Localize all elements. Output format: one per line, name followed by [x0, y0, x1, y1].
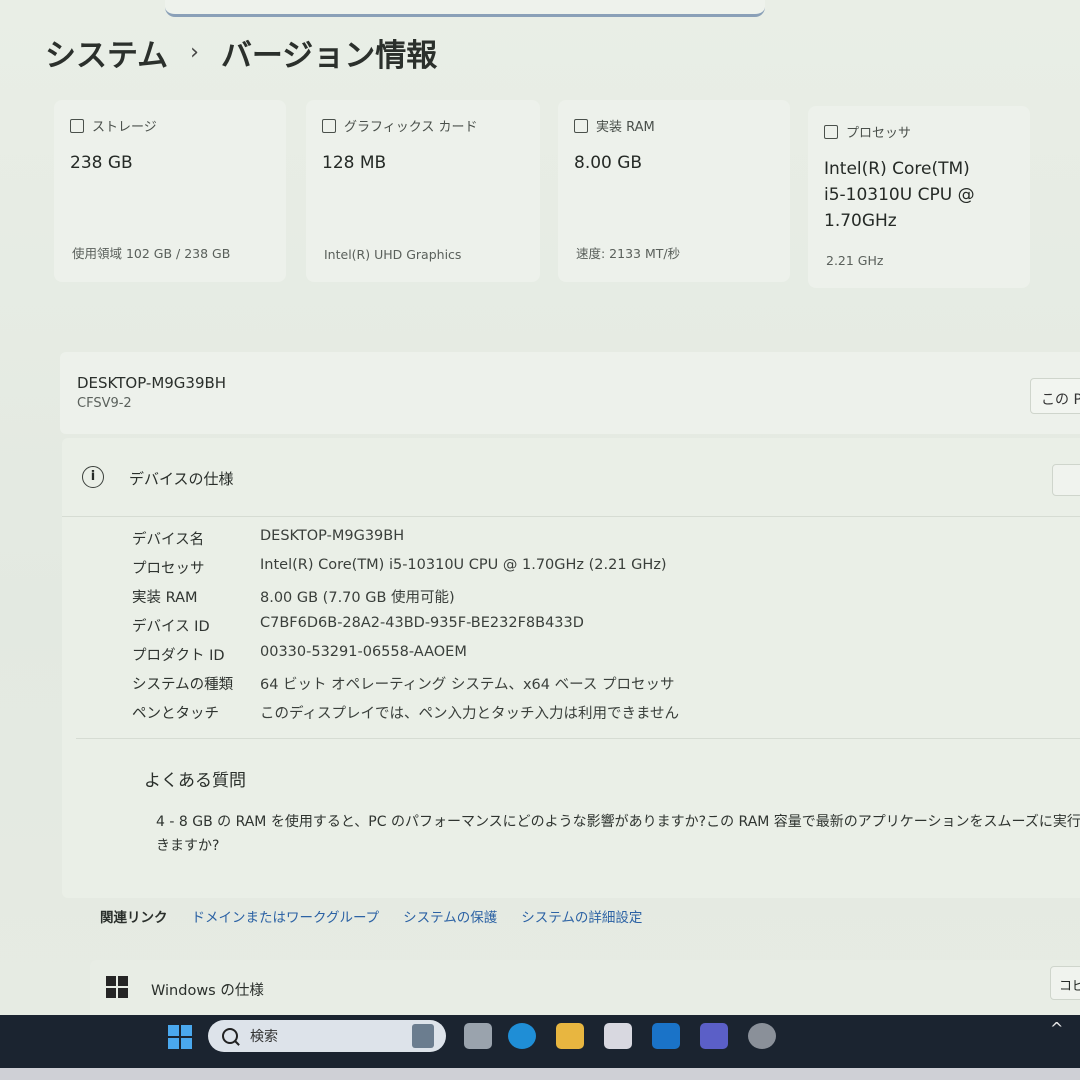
- spec-key: ペンとタッチ: [132, 706, 219, 722]
- pc-name-bar: DESKTOP-M9G39BH CFSV9-2 この PC: [60, 352, 1080, 434]
- screen-bezel: [0, 1068, 1080, 1080]
- spec-key: デバイス ID: [132, 619, 210, 635]
- spec-key: デバイス名: [132, 532, 205, 548]
- device-spec-title: デバイスの仕様: [129, 470, 234, 488]
- copy-button[interactable]: [1052, 464, 1080, 496]
- card-subtext: 使用領域 102 GB / 238 GB: [72, 246, 231, 261]
- windows-spec-title: Windows の仕様: [151, 983, 264, 999]
- store-icon[interactable]: [604, 1023, 632, 1049]
- card-value: Intel(R) Core(TM) i5-10310U CPU @ 1.70GH…: [824, 159, 975, 231]
- settings-icon[interactable]: [748, 1023, 776, 1049]
- search-placeholder: 検索: [250, 1029, 278, 1045]
- related-links: 関連リンク ドメインまたはワークグループ システムの保護 システムの詳細設定: [100, 906, 642, 926]
- device-spec-section: i デバイスの仕様 デバイス名 DESKTOP-M9G39BH プロセッサ Inte…: [62, 438, 1080, 898]
- spec-key: プロセッサ: [132, 561, 205, 577]
- card-title: ストレージ: [92, 120, 157, 135]
- card-title: 実装 RAM: [596, 120, 655, 135]
- card-title: プロセッサ: [846, 126, 912, 141]
- spec-value: 64 ビット オペレーティング システム、x64 ベース プロセッサ: [260, 677, 675, 693]
- page-title: バージョン情報: [220, 38, 438, 74]
- settings-window: システム › バージョン情報 ストレージ 238 GB 使用領域 102 GB …: [0, 0, 1080, 1015]
- card-value: 8.00 GB: [574, 153, 643, 173]
- breadcrumb-parent[interactable]: システム: [45, 30, 168, 75]
- ram-card[interactable]: 実装 RAM 8.00 GB 速度: 2133 MT/秒: [558, 100, 790, 282]
- faq-question[interactable]: 4 - 8 GB の RAM を使用すると、PC のパフォーマンスにどのような影…: [156, 810, 1080, 858]
- card-subtext: Intel(R) UHD Graphics: [324, 247, 462, 262]
- link-domain-workgroup[interactable]: ドメインまたはワークグループ: [192, 906, 380, 926]
- spec-key: 実装 RAM: [132, 590, 198, 606]
- device-spec-header[interactable]: i デバイスの仕様: [62, 438, 1080, 517]
- spec-value: DESKTOP-M9G39BH: [260, 528, 405, 544]
- edge-icon[interactable]: [508, 1023, 536, 1049]
- outlook-icon[interactable]: [652, 1023, 680, 1049]
- processor-card[interactable]: プロセッサ Intel(R) Core(TM) i5-10310U CPU @ …: [808, 106, 1030, 288]
- card-value: 128 MB: [322, 153, 387, 173]
- rename-pc-button[interactable]: この PC: [1030, 378, 1080, 414]
- search-highlight-icon: [412, 1024, 434, 1048]
- spec-key: プロダクト ID: [132, 648, 225, 664]
- storage-icon: [70, 118, 84, 133]
- cpu-icon: [824, 124, 838, 139]
- card-subtext: 速度: 2133 MT/秒: [576, 246, 681, 261]
- link-advanced-system-settings[interactable]: システムの詳細設定: [521, 906, 642, 926]
- teams-icon[interactable]: [700, 1023, 728, 1049]
- related-links-label: 関連リンク: [100, 910, 168, 926]
- card-title: グラフィックス カード: [344, 120, 478, 135]
- chevron-right-icon: ›: [190, 40, 199, 65]
- chevron-up-icon[interactable]: ^: [1050, 1019, 1063, 1038]
- pc-name: DESKTOP-M9G39BH: [77, 374, 227, 392]
- spec-value: 00330-53291-06558-AAOEM: [260, 644, 467, 660]
- windows-spec-header[interactable]: Windows の仕様 コピー: [90, 960, 1080, 1015]
- breadcrumb: システム › バージョン情報: [45, 30, 437, 75]
- taskbar: 検索 ^: [0, 1015, 1080, 1080]
- memory-icon: [574, 118, 588, 133]
- file-explorer-icon[interactable]: [556, 1023, 584, 1049]
- card-subtext: 2.21 GHz: [826, 253, 884, 268]
- link-system-protection[interactable]: システムの保護: [403, 906, 497, 926]
- spec-value: Intel(R) Core(TM) i5-10310U CPU @ 1.70GH…: [260, 557, 667, 573]
- top-scroll-edge: [165, 0, 765, 17]
- taskbar-search[interactable]: 検索: [208, 1020, 446, 1052]
- spec-value: C7BF6D6B-28A2-43BD-935F-BE232F8B433D: [260, 615, 584, 631]
- windows-logo-icon: [106, 976, 128, 998]
- spec-value: 8.00 GB (7.70 GB 使用可能): [260, 590, 455, 606]
- search-icon: [222, 1028, 238, 1044]
- display-icon: [322, 118, 336, 133]
- spec-key: システムの種類: [132, 677, 234, 693]
- start-button[interactable]: [168, 1025, 192, 1049]
- spec-value: このディスプレイでは、ペン入力とタッチ入力は利用できません: [260, 706, 680, 722]
- graphics-card[interactable]: グラフィックス カード 128 MB Intel(R) UHD Graphics: [306, 100, 540, 282]
- faq-title: よくある質問: [144, 771, 246, 791]
- copy-button[interactable]: コピー: [1050, 966, 1080, 1000]
- storage-card[interactable]: ストレージ 238 GB 使用領域 102 GB / 238 GB: [54, 100, 286, 282]
- info-icon: i: [82, 466, 104, 488]
- card-value: 238 GB: [70, 153, 133, 173]
- divider: [76, 738, 1080, 739]
- pc-model: CFSV9-2: [77, 396, 132, 411]
- task-view-icon[interactable]: [464, 1023, 492, 1049]
